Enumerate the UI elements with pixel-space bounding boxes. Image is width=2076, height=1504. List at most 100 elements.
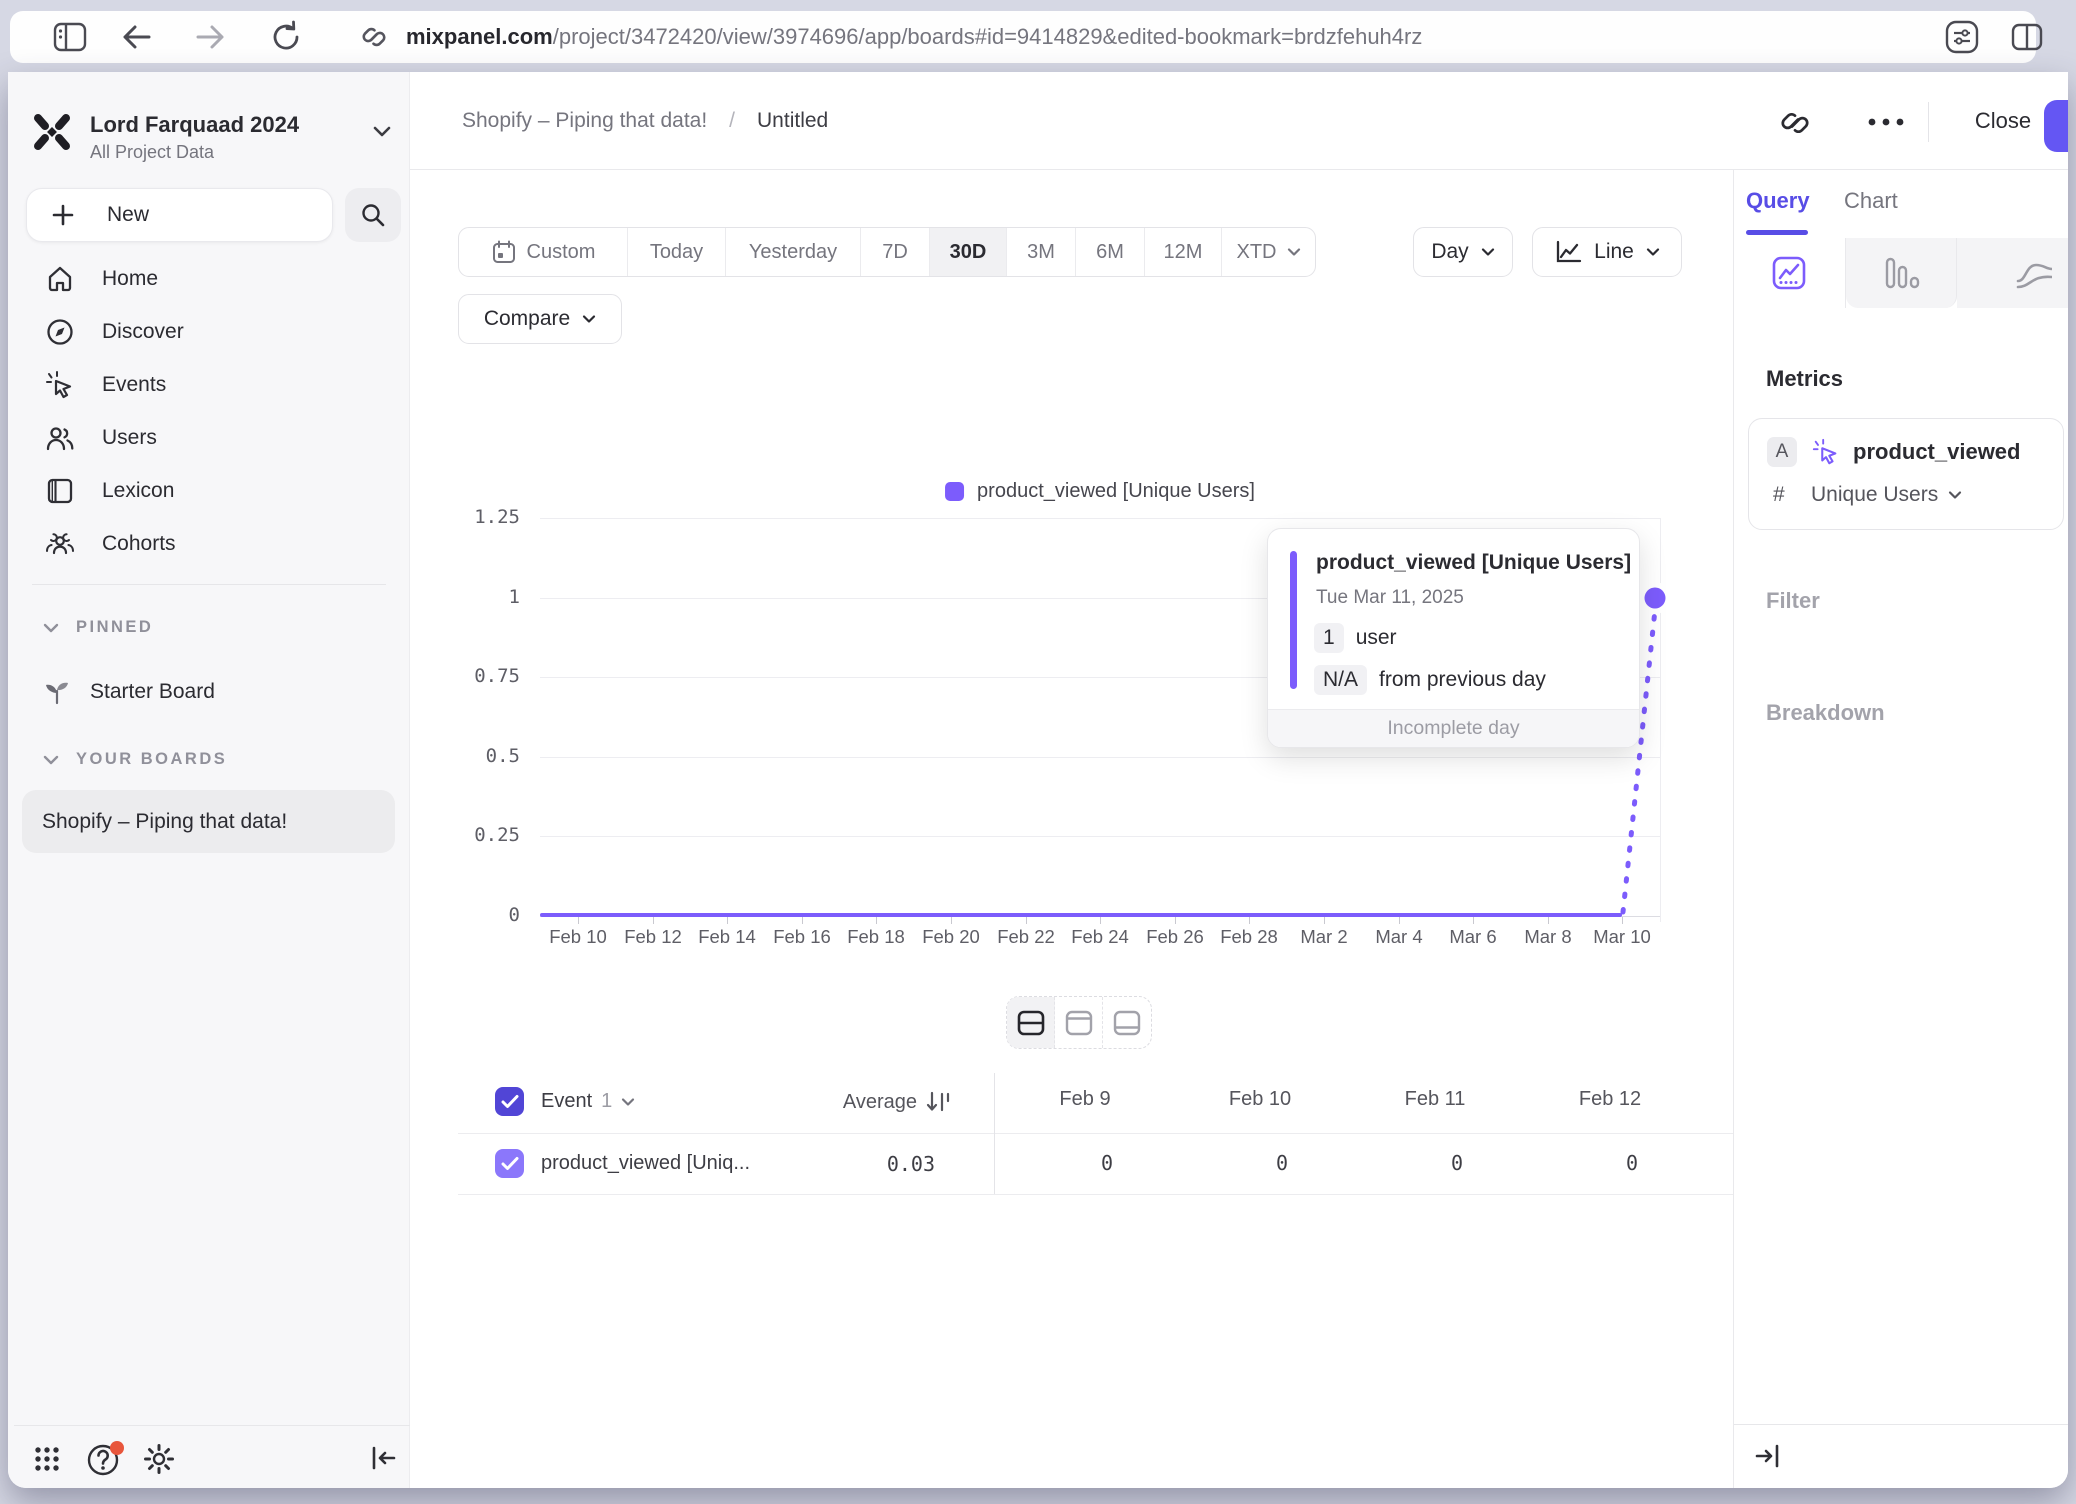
x-tick-label: Feb 18 xyxy=(847,926,905,948)
x-tick-label: Feb 24 xyxy=(1071,926,1129,948)
browser-reload-icon[interactable] xyxy=(268,19,304,55)
range-today[interactable]: Today xyxy=(628,228,726,276)
average-column-header[interactable]: Average xyxy=(740,1090,952,1114)
sort-icon xyxy=(926,1090,952,1114)
chart-type-label: Line xyxy=(1594,240,1634,264)
help-icon[interactable] xyxy=(86,1440,126,1478)
range-3m[interactable]: 3M xyxy=(1007,228,1076,276)
insights-report-tab[interactable] xyxy=(1734,238,1846,308)
x-tick xyxy=(1399,917,1400,924)
workspace-scope: All Project Data xyxy=(90,142,299,163)
home-icon xyxy=(44,263,76,295)
your-boards-section-header[interactable]: YOUR BOARDS xyxy=(42,750,227,769)
event-column-header[interactable]: Event 1 xyxy=(541,1090,635,1113)
funnels-report-tab[interactable] xyxy=(1846,238,1958,308)
browser-forward-icon[interactable] xyxy=(193,22,227,52)
range-12m[interactable]: 12M xyxy=(1145,228,1222,276)
sidebar: Lord Farquaad 2024 All Project Data New … xyxy=(8,72,410,1488)
sidebar-item-discover[interactable]: Discover xyxy=(8,305,410,358)
search-button[interactable] xyxy=(345,188,401,242)
x-tick-label: Mar 8 xyxy=(1524,926,1571,948)
new-button[interactable]: New xyxy=(26,188,333,242)
sidebar-item-label: Discover xyxy=(102,320,184,344)
date-column-header: Feb 11 xyxy=(1405,1088,1466,1111)
breadcrumb-board[interactable]: Shopify – Piping that data! xyxy=(462,109,707,133)
browser-back-icon[interactable] xyxy=(120,22,154,52)
x-tick xyxy=(1473,917,1474,924)
x-tick xyxy=(1100,917,1101,924)
report-type-tabs xyxy=(1734,238,2068,308)
tab-chart[interactable]: Chart xyxy=(1844,188,1898,214)
compare-dropdown[interactable]: Compare xyxy=(458,294,622,344)
browser-url-bar[interactable]: mixpanel.com/project/3472420/view/397469… xyxy=(10,11,2036,63)
tooltip-date: Tue Mar 11, 2025 xyxy=(1316,587,1464,609)
sidebar-item-board-shopify[interactable]: Shopify – Piping that data! xyxy=(22,790,395,853)
close-button[interactable]: Close xyxy=(1958,98,2048,144)
breadcrumb: Shopify – Piping that data! / Untitled xyxy=(462,72,828,170)
breakdown-section-label: Breakdown xyxy=(1766,700,1885,726)
y-tick-label: 1 xyxy=(420,586,520,608)
metric-card[interactable]: A product_viewed # Unique Users xyxy=(1748,418,2064,530)
table-cell-value: 0 xyxy=(1333,1151,1463,1175)
users-icon xyxy=(44,422,76,454)
gridline xyxy=(540,518,1660,519)
select-all-checkbox[interactable] xyxy=(495,1087,524,1116)
sidebar-item-starter-board[interactable]: Starter Board xyxy=(8,666,410,718)
save-button-partial[interactable] xyxy=(2044,100,2068,152)
range-custom[interactable]: Custom xyxy=(459,228,628,276)
tooltip-title: product_viewed [Unique Users] xyxy=(1316,551,1631,575)
browser-sidebar-toggle-icon[interactable] xyxy=(52,20,88,54)
collapse-panel-icon[interactable] xyxy=(1752,1442,1784,1470)
event-icon xyxy=(1811,437,1841,467)
compass-icon xyxy=(44,316,76,348)
browser-split-view-icon[interactable] xyxy=(2009,21,2045,53)
layout-chart-only-button[interactable] xyxy=(1055,997,1103,1048)
range-xtd[interactable]: XTD xyxy=(1222,228,1315,276)
workspace-switcher[interactable]: Lord Farquaad 2024 All Project Data xyxy=(90,112,299,163)
table-column-divider xyxy=(994,1073,995,1194)
x-tick xyxy=(1026,917,1027,924)
sidebar-item-events[interactable]: Events xyxy=(8,358,410,411)
x-tick xyxy=(1324,917,1325,924)
sidebar-item-home[interactable]: Home xyxy=(8,252,410,305)
table-layout-toggle-group xyxy=(1006,996,1152,1049)
range-yesterday[interactable]: Yesterday xyxy=(726,228,861,276)
x-tick xyxy=(1249,917,1250,924)
gear-icon[interactable] xyxy=(142,1442,176,1476)
report-area: Custom Today Yesterday 7D 30D 3M 6M 12M … xyxy=(410,170,1733,1488)
sidebar-item-label: Users xyxy=(102,426,157,450)
pinned-section-header[interactable]: PINNED xyxy=(42,618,153,637)
line-chart-icon xyxy=(1554,239,1582,265)
sidebar-item-users[interactable]: Users xyxy=(8,411,410,464)
granularity-dropdown[interactable]: Day xyxy=(1413,227,1513,277)
row-checkbox[interactable] xyxy=(495,1149,524,1178)
tooltip-value: 1 xyxy=(1314,623,1344,653)
table-row-event-name[interactable]: product_viewed [Uniq... xyxy=(541,1152,841,1175)
table-row-average: 0.03 xyxy=(805,1152,935,1176)
filter-section-label: Filter xyxy=(1766,588,1820,614)
breadcrumb-page[interactable]: Untitled xyxy=(757,109,828,133)
layout-table-only-button[interactable] xyxy=(1103,997,1151,1048)
more-options-icon[interactable] xyxy=(1864,116,1908,128)
url-field[interactable]: mixpanel.com/project/3472420/view/397469… xyxy=(406,11,1422,63)
sidebar-item-lexicon[interactable]: Lexicon xyxy=(8,464,410,517)
mixpanel-logo-icon xyxy=(28,108,76,156)
apps-grid-icon[interactable] xyxy=(30,1442,64,1476)
copy-link-icon[interactable] xyxy=(1778,106,1812,140)
flows-report-tab[interactable] xyxy=(1957,238,2068,308)
workspace-chevron-down-icon[interactable] xyxy=(370,124,394,140)
sidebar-divider xyxy=(32,584,386,585)
range-6m[interactable]: 6M xyxy=(1076,228,1145,276)
chart-type-dropdown[interactable]: Line xyxy=(1532,227,1682,277)
chart-legend[interactable]: product_viewed [Unique Users] xyxy=(945,480,1255,503)
y-tick-label: 0 xyxy=(420,904,520,926)
aggregation-dropdown[interactable]: Unique Users xyxy=(1811,483,1962,507)
tab-query[interactable]: Query xyxy=(1746,188,1810,214)
date-range-control: Custom Today Yesterday 7D 30D 3M 6M 12M … xyxy=(458,227,1316,277)
range-7d[interactable]: 7D xyxy=(861,228,930,276)
layout-split-button[interactable] xyxy=(1007,997,1055,1048)
range-30d-selected[interactable]: 30D xyxy=(930,228,1007,276)
browser-page-settings-icon[interactable] xyxy=(1942,18,1982,56)
sidebar-item-cohorts[interactable]: Cohorts xyxy=(8,517,410,570)
collapse-sidebar-icon[interactable] xyxy=(368,1444,400,1472)
